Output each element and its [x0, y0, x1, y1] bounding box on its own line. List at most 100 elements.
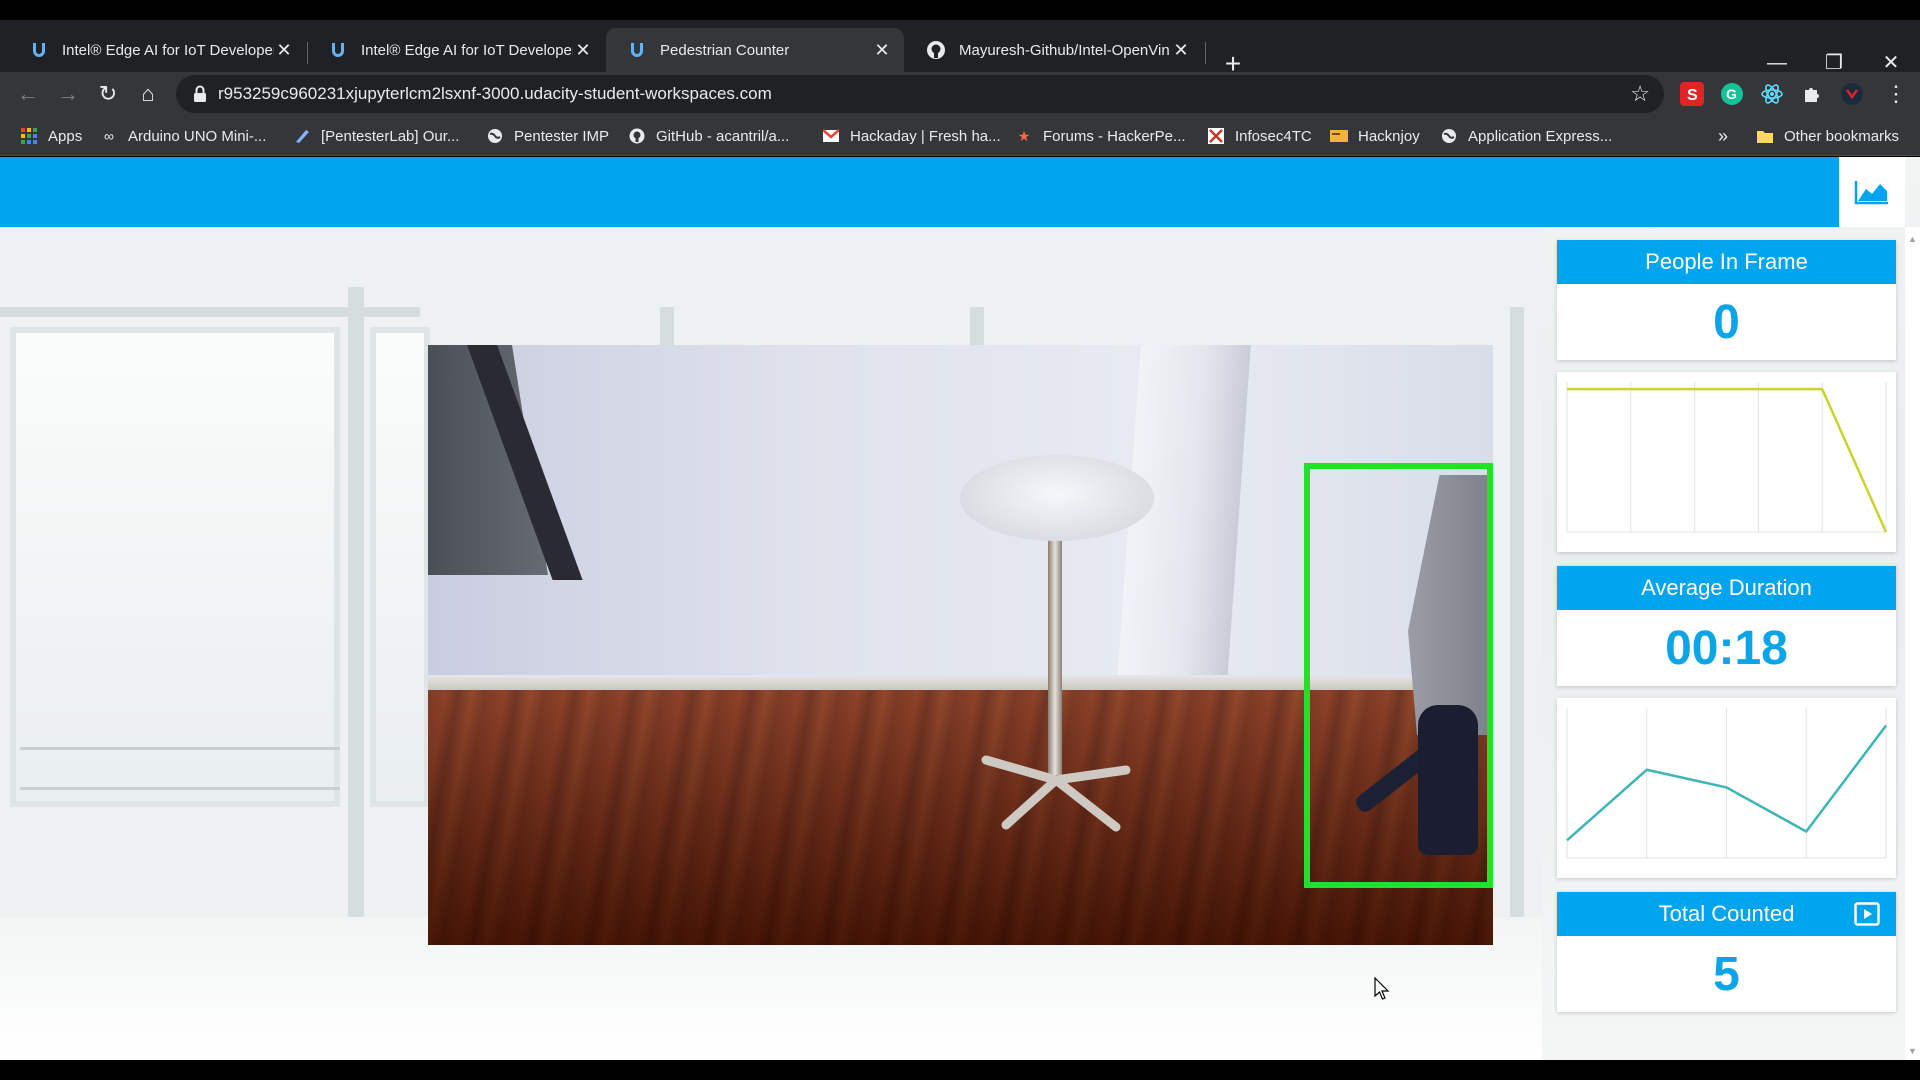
lock-icon — [194, 85, 206, 102]
video-table-top — [960, 455, 1154, 541]
tab-intel-edge-ai-2[interactable]: Intel® Edge AI for IoT Developer ✕ — [307, 28, 605, 72]
udacity-icon — [327, 39, 349, 61]
window-bottom-band — [0, 1060, 1920, 1080]
bookmark-application-express[interactable]: Application Express... — [1440, 116, 1612, 156]
extensions-puzzle-icon[interactable] — [1800, 82, 1824, 106]
udacity-icon — [28, 39, 50, 61]
average-duration-chart — [1566, 708, 1887, 859]
home-button[interactable]: ⌂ — [132, 78, 164, 110]
window-top-band — [0, 0, 1920, 20]
average-duration-value: 00:18 — [1665, 621, 1788, 675]
chart-series-line — [1567, 387, 1888, 533]
github-icon — [925, 39, 947, 61]
bookmark-label: Pentester IMP — [514, 127, 610, 145]
udacity-icon — [626, 39, 648, 61]
background-column — [348, 287, 364, 927]
tab-github-openvino[interactable]: Mayuresh-Github/Intel-OpenVin ✕ — [905, 28, 1203, 72]
react-devtools-icon[interactable] — [1760, 82, 1784, 106]
star-icon: ★ — [1017, 127, 1031, 144]
bookmark-arduino[interactable]: ∞ Arduino UNO Mini-... — [100, 116, 266, 156]
close-tab-icon[interactable]: ✕ — [872, 40, 892, 60]
tab-pedestrian-counter[interactable]: Pedestrian Counter ✕ — [606, 28, 904, 72]
bookmark-hackerpe-forums[interactable]: ★ Forums - HackerPe... — [1015, 116, 1186, 156]
scroll-up-arrow[interactable]: ▲ — [1905, 233, 1920, 245]
tab-separator — [1205, 42, 1206, 64]
scroll-down-arrow[interactable]: ▼ — [1905, 1045, 1920, 1057]
reload-button[interactable]: ↻ — [92, 78, 124, 110]
address-bar[interactable]: r953259c960231xjupyterlcm2lsxnf-3000.uda… — [176, 75, 1664, 113]
people-in-frame-chart-card — [1557, 372, 1896, 552]
card-title: People In Frame — [1557, 240, 1896, 284]
bookmark-pentesterlab[interactable]: [PentesterLab] Our... — [293, 116, 459, 156]
play-video-icon[interactable] — [1854, 902, 1880, 926]
bookmark-pentester-imp[interactable]: Pentester IMP — [486, 116, 609, 156]
bookmark-apps[interactable]: Apps — [20, 116, 82, 156]
app-header-bar — [0, 157, 1839, 227]
people-in-frame-chart — [1566, 382, 1888, 533]
detection-bounding-box — [1304, 463, 1493, 888]
page-viewport: ▲ ▼ People In Frame 0 Average Duration 0… — [0, 157, 1920, 1060]
card-header: Total Counted — [1557, 892, 1896, 936]
card-title: Average Duration — [1557, 566, 1896, 610]
close-tab-icon[interactable]: ✕ — [274, 40, 294, 60]
browser-toolbar: ← → ↻ ⌂ r953259c960231xjupyterlcm2lsxnf-… — [0, 72, 1920, 116]
browser-menu-icon[interactable]: ⋮ — [1880, 78, 1912, 110]
bookmarks-overflow-button[interactable]: » — [1718, 116, 1728, 156]
grammarly-icon[interactable]: G — [1720, 82, 1744, 106]
profile-avatar[interactable] — [1840, 82, 1864, 106]
bookmark-label: Application Express... — [1468, 127, 1613, 145]
pen-icon — [293, 127, 311, 145]
gmail-icon — [822, 127, 840, 145]
area-chart-icon — [1854, 181, 1888, 205]
bookmark-label: Hacknjoy — [1358, 127, 1420, 145]
folder-icon — [1756, 127, 1774, 145]
apps-grid-icon — [20, 127, 38, 145]
tab-intel-edge-ai-1[interactable]: Intel® Edge AI for IoT Developer ✕ — [8, 28, 306, 72]
extension-s-icon[interactable]: S — [1680, 82, 1704, 106]
card-title: Total Counted — [1658, 901, 1795, 926]
close-tab-icon[interactable]: ✕ — [1171, 40, 1191, 60]
stats-toggle-button[interactable] — [1839, 157, 1905, 227]
people-in-frame-value: 0 — [1713, 295, 1740, 349]
background-railing — [20, 787, 340, 790]
tab-title: Pedestrian Counter — [660, 41, 790, 59]
url-text: r953259c960231xjupyterlcm2lsxnf-3000.uda… — [218, 84, 772, 103]
people-in-frame-card: People In Frame 0 — [1557, 240, 1896, 360]
bookmark-label: Arduino UNO Mini-... — [128, 127, 267, 145]
mouse-cursor-icon — [1374, 977, 1390, 1000]
globe-icon — [1440, 127, 1458, 145]
bookmark-label: [PentesterLab] Our... — [321, 127, 460, 145]
bookmark-label: GitHub - acantril/a... — [656, 127, 790, 145]
video-table-base — [981, 755, 1131, 832]
svg-text:G: G — [1726, 86, 1737, 102]
bookmark-label: Hackaday | Fresh ha... — [850, 127, 1001, 145]
background-window — [370, 327, 430, 807]
back-button[interactable]: ← — [12, 78, 44, 110]
forward-button[interactable]: → — [52, 78, 84, 110]
bookmarks-bar: Apps ∞ Arduino UNO Mini-... [PentesterLa… — [0, 116, 1920, 156]
bookmark-label: Infosec4TC — [1235, 127, 1312, 145]
svg-text:S: S — [1687, 87, 1698, 104]
bookmark-infosec4tc[interactable]: Infosec4TC — [1207, 116, 1312, 156]
other-bookmarks[interactable]: Other bookmarks — [1756, 116, 1899, 156]
shield-icon — [1207, 127, 1225, 145]
close-tab-icon[interactable]: ✕ — [573, 40, 593, 60]
bookmark-hackaday[interactable]: Hackaday | Fresh ha... — [822, 116, 1001, 156]
average-duration-chart-card — [1557, 698, 1896, 878]
bookmark-label: Apps — [48, 127, 83, 145]
card-icon — [1330, 127, 1348, 145]
page-scrollbar[interactable] — [1905, 227, 1920, 1060]
background-window — [10, 327, 340, 807]
infinity-icon: ∞ — [104, 128, 114, 144]
background-column — [1510, 307, 1524, 927]
tab-title: Intel® Edge AI for IoT Developer — [62, 41, 274, 59]
bookmark-star-icon[interactable]: ☆ — [1630, 81, 1650, 107]
bookmark-label: Other bookmarks — [1784, 127, 1900, 145]
total-counted-value: 5 — [1713, 947, 1740, 1001]
bookmark-github-acantril[interactable]: GitHub - acantril/a... — [628, 116, 789, 156]
tab-title: Intel® Edge AI for IoT Developer — [361, 41, 573, 59]
average-duration-card: Average Duration 00:18 — [1557, 566, 1896, 686]
browser-tab-bar: Intel® Edge AI for IoT Developer ✕ Intel… — [0, 20, 1920, 78]
globe-icon — [486, 127, 504, 145]
bookmark-hacknjoy[interactable]: Hacknjoy — [1330, 116, 1420, 156]
